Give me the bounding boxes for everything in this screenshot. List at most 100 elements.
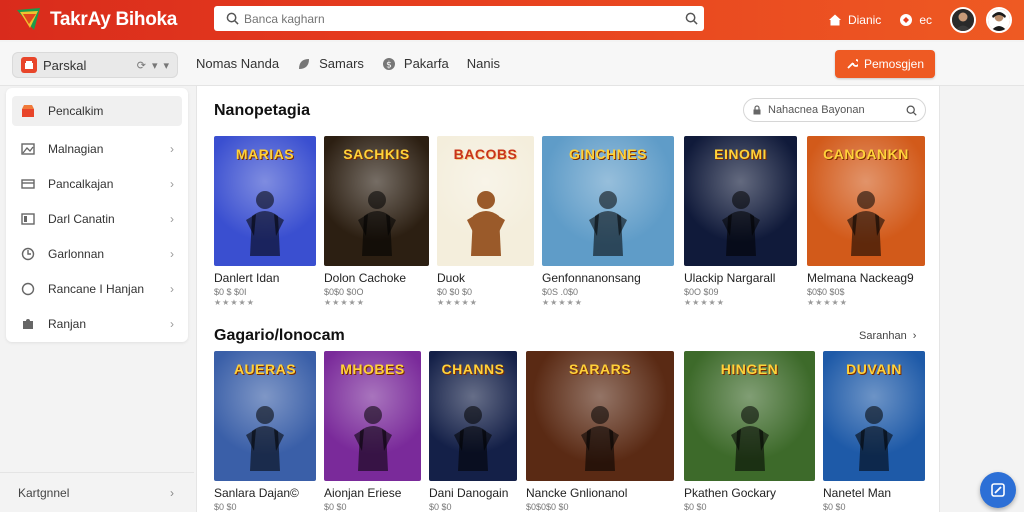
game-cover-title: SARARS: [568, 361, 632, 377]
avatar-secondary[interactable]: [986, 7, 1012, 33]
game-price: $0O $09: [684, 287, 719, 297]
game-price: $0 $0: [214, 502, 237, 512]
chevron-down-icon[interactable]: ▾: [152, 59, 158, 72]
search-bar[interactable]: [214, 6, 704, 31]
sidebar-footer-label: Kartgnnel: [18, 485, 70, 500]
card-icon: [20, 176, 36, 192]
game-price: $0$0 $0$: [807, 287, 845, 297]
nav-link-2[interactable]: Samars: [297, 56, 364, 71]
edit-icon: [991, 483, 1005, 497]
game-cover-image[interactable]: SACHKIS: [324, 136, 429, 266]
store-selector[interactable]: Parskal ⟳ ▾ ▾: [12, 52, 178, 78]
sidebar-item-label: Darl Canatin: [48, 211, 115, 226]
chevron-right-icon: ›: [170, 316, 174, 331]
game-cover-image[interactable]: EINOMI: [684, 136, 797, 266]
logo-icon[interactable]: [14, 6, 44, 34]
game-card[interactable]: DUVAIN Nanetel Man $0 $0: [823, 351, 925, 512]
game-cover-image[interactable]: MHOBES: [324, 351, 421, 481]
primary-action-button[interactable]: Pemosgjen: [835, 50, 935, 78]
avatar[interactable]: [950, 7, 976, 33]
game-card[interactable]: AUERAS Sanlara Dajan© $0 $0: [214, 351, 316, 512]
sidebar-footer[interactable]: Kartgnnel ›: [0, 472, 194, 512]
sidebar-item-label: Ranjan: [48, 316, 87, 331]
game-cover-title: SACHKIS: [343, 146, 410, 162]
game-cover-title: MHOBES: [340, 361, 405, 377]
game-cover-title: DUVAIN: [846, 361, 902, 377]
game-card[interactable]: SARARS Nancke Gnlionanol $0$0$0 $0: [526, 351, 674, 512]
sidebar-item-3[interactable]: Pancalkajan ›: [6, 166, 188, 201]
game-title: Genfonnanonsang: [542, 271, 641, 285]
game-card[interactable]: GINCHNES Genfonnanonsang $0S .0$0 ★★★★★: [542, 136, 674, 307]
game-card[interactable]: BACOBS Duok $0 $0 $0 ★★★★★: [437, 136, 534, 307]
svg-text:$: $: [386, 60, 392, 70]
brand-title[interactable]: TakrAy Bihoka: [50, 9, 177, 31]
game-cover-image[interactable]: GINCHNES: [542, 136, 674, 266]
nav-link-1[interactable]: Nomas Nanda: [196, 56, 279, 71]
game-cover-image[interactable]: DUVAIN: [823, 351, 925, 481]
sidebar-item-7[interactable]: Ranjan ›: [6, 306, 188, 341]
game-title: Sanlara Dajan©: [214, 486, 299, 500]
header-badge-label: ec: [919, 13, 932, 27]
game-title: Melmana Nackeag9: [807, 271, 914, 285]
game-rating: ★★★★★: [807, 298, 848, 307]
nav-link-label: Nomas Nanda: [196, 56, 280, 71]
section-search[interactable]: Nahacnea Bayonan: [743, 98, 926, 122]
game-price: $0 $0: [823, 502, 846, 512]
sidebar-item-label: Pancalkajan: [48, 176, 114, 191]
floating-edit-button[interactable]: [980, 472, 1016, 508]
game-cover-title: AUERAS: [233, 361, 297, 377]
nav-links: Nomas Nanda Samars $ Pakarfa Nanis: [196, 56, 500, 71]
game-card[interactable]: SACHKIS Dolon Cachoke $0$0 $0O ★★★★★: [324, 136, 429, 307]
image-icon: [20, 141, 36, 157]
game-card[interactable]: CHANNS Dani Danogain $0 $0: [429, 351, 517, 512]
search-input[interactable]: [244, 11, 678, 26]
chevron-right-icon: ›: [912, 330, 917, 342]
nav-link-label: Pakarfa: [403, 56, 449, 71]
game-title: Aionjan Eriese: [324, 486, 402, 500]
game-cover-image[interactable]: HINGEN: [684, 351, 815, 481]
game-cover-image[interactable]: AUERAS: [214, 351, 316, 481]
game-title: Nancke Gnlionanol: [526, 486, 628, 500]
game-card[interactable]: MARIAS Danlert Idan $0 $ $0I ★★★★★: [214, 136, 316, 307]
game-cover-title: CANOANKN: [823, 146, 909, 162]
game-price: $0 $0: [684, 502, 707, 512]
wrench-icon: [847, 59, 858, 69]
game-cover-image[interactable]: SARARS: [526, 351, 674, 481]
sidebar-item-2[interactable]: Malnagian ›: [6, 131, 188, 166]
search-submit-icon[interactable]: [678, 12, 704, 25]
sidebar: Pencalkim Malnagian › Pancalkajan › Darl Cana…: [6, 88, 188, 342]
game-cover-image[interactable]: BACOBS: [437, 136, 534, 266]
sidebar-item-5[interactable]: Garlonnan ›: [6, 236, 188, 271]
menu-icon[interactable]: ▾: [163, 59, 169, 72]
game-cover-image[interactable]: MARIAS: [214, 136, 316, 266]
nav-link-4[interactable]: Nanis: [467, 56, 500, 71]
sidebar-item-6[interactable]: Rancane I Hanjan ›: [6, 271, 188, 306]
refresh-icon[interactable]: ⟳: [137, 59, 146, 72]
game-card[interactable]: EINOMI Ulackip Nargarall $0O $09 ★★★★★: [684, 136, 797, 307]
game-title: Dani Danogain: [429, 486, 509, 500]
section-search-label: Nahacnea Bayonan: [768, 104, 865, 116]
game-price: $0$0 $0O: [324, 287, 364, 297]
chevron-right-icon: ›: [170, 176, 174, 191]
section-title-2: Gagario/lonocam: [214, 327, 345, 344]
nav-link-3[interactable]: $ Pakarfa: [382, 56, 449, 71]
header-badge-link[interactable]: ec: [899, 13, 932, 27]
game-card[interactable]: MHOBES Aionjan Eriese $0 $0: [324, 351, 421, 512]
header-home-link[interactable]: Dianic: [828, 13, 881, 27]
game-price: $0 $0 $0: [437, 287, 473, 297]
game-card[interactable]: HINGEN Pkathen Gockary $0 $0: [684, 351, 815, 512]
see-all-link[interactable]: Saranhan ›: [859, 330, 916, 342]
game-card[interactable]: CANOANKN Melmana Nackeag9 $0$0 $0$ ★★★★★: [807, 136, 925, 307]
sidebar-item-4[interactable]: Darl Canatin ›: [6, 201, 188, 236]
game-rating: ★★★★★: [684, 298, 725, 307]
game-cover-image[interactable]: CANOANKN: [807, 136, 925, 266]
sidebar-item-label: Pencalkim: [48, 104, 104, 118]
sidebar-item-1[interactable]: Pencalkim: [12, 96, 182, 126]
header-actions: Dianic ec: [828, 5, 1012, 35]
game-cover-image[interactable]: CHANNS: [429, 351, 517, 481]
game-price: $0$0$0 $0: [526, 502, 569, 512]
game-title: Ulackip Nargarall: [684, 271, 776, 285]
chevron-right-icon: ›: [170, 141, 174, 156]
game-rating: ★★★★★: [437, 298, 478, 307]
bookmark-icon: [20, 211, 36, 227]
